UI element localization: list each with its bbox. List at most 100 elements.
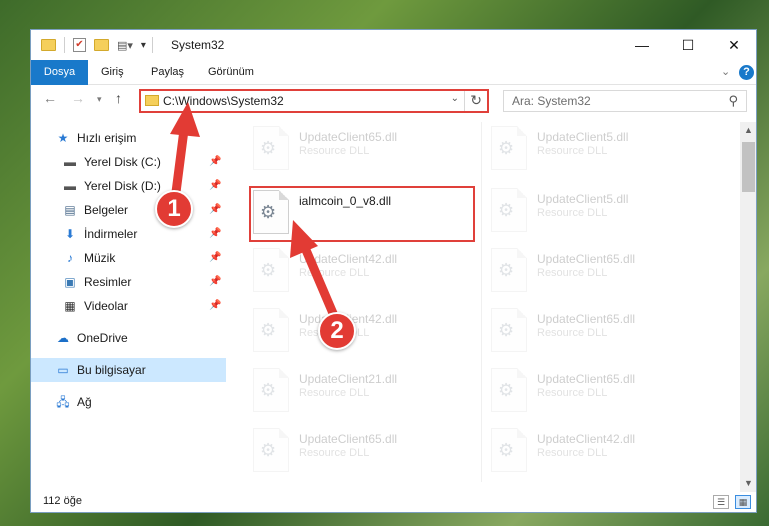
videos-icon: ▦	[64, 299, 76, 313]
pin-icon[interactable]: 📌	[209, 294, 221, 318]
back-arrow-icon[interactable]: ←	[43, 90, 57, 106]
refresh-icon[interactable]: ↻	[470, 92, 482, 109]
file-type: Resource DLL	[299, 387, 370, 399]
item-count: 112 öğe	[43, 495, 82, 507]
sidebar-item-this-pc[interactable]: ▭ Bu bilgisayar	[31, 358, 226, 382]
file-item-selected[interactable]: ⚙ ialmcoin_0_v8.dll	[249, 186, 475, 242]
tiles-view-icon[interactable]: ▦	[735, 495, 751, 509]
sidebar-item-downloads[interactable]: ⬇ İndirmeler 📌	[31, 222, 226, 246]
file-item[interactable]: ⚙ UpdateClient21.dll Resource DLL	[251, 366, 471, 416]
address-bar[interactable]: C:\Windows\System32 ⌄ ↻	[139, 89, 489, 113]
file-type: Resource DLL	[537, 447, 608, 459]
gear-icon: ⚙	[498, 260, 515, 280]
dll-file-icon: ⚙	[253, 428, 289, 472]
expand-ribbon-icon[interactable]: ⌄	[721, 65, 730, 78]
address-text[interactable]: C:\Windows\System32	[163, 94, 284, 108]
explorer-window: ✔ ▤▾ ▾ System32 — ☐ ✕ Dosya Giriş Paylaş…	[30, 29, 757, 513]
dll-file-icon: ⚙	[253, 368, 289, 412]
pin-icon[interactable]: 📌	[209, 150, 221, 174]
file-item[interactable]: ⚙ UpdateClient65.dll Resource DLL	[251, 124, 471, 174]
gear-icon: ⚙	[498, 200, 515, 220]
sidebar-item-documents[interactable]: ▤ Belgeler 📌	[31, 198, 226, 222]
dll-file-icon: ⚙	[253, 248, 289, 292]
column-divider	[481, 122, 482, 482]
dll-file-icon: ⚙	[491, 428, 527, 472]
title-bar: ✔ ▤▾ ▾ System32 — ☐ ✕	[31, 30, 756, 60]
up-arrow-icon[interactable]: ↑	[115, 90, 122, 106]
tab-share[interactable]: Paylaş	[141, 60, 194, 85]
search-placeholder: Ara: System32	[512, 94, 591, 108]
file-name: UpdateClient42.dll	[537, 432, 636, 446]
scroll-down-icon[interactable]: ▼	[740, 475, 756, 492]
details-view-icon[interactable]: ☰	[713, 495, 729, 509]
file-name: UpdateClient5.dll	[537, 192, 629, 206]
sidebar-item-quick-access[interactable]: ★ Hızlı erişim	[31, 126, 226, 150]
gear-icon: ⚙	[260, 440, 277, 460]
drive-icon: ▬	[64, 155, 76, 169]
pin-icon[interactable]: 📌	[209, 198, 221, 222]
pin-icon[interactable]: 📌	[209, 270, 221, 294]
chevron-down-icon[interactable]: ▾	[141, 40, 146, 51]
file-item[interactable]: ⚙ UpdateClient42.dll Resource DLL	[251, 306, 471, 356]
chevron-down-icon[interactable]: ⌄	[451, 93, 459, 104]
tab-file[interactable]: Dosya	[31, 60, 88, 85]
forward-arrow-icon[interactable]: →	[71, 90, 85, 106]
dll-file-icon: ⚙	[253, 308, 289, 352]
scrollbar-thumb[interactable]	[742, 142, 755, 192]
search-icon[interactable]: ⚲	[728, 93, 738, 109]
maximize-button[interactable]: ☐	[665, 30, 711, 60]
vertical-scrollbar[interactable]: ▲ ▼	[740, 122, 756, 492]
file-item[interactable]: ⚙ UpdateClient42.dll Resource DLL	[489, 426, 709, 476]
file-item[interactable]: ⚙ UpdateClient65.dll Resource DLL	[489, 306, 709, 356]
sidebar-item-label: Resimler	[84, 275, 132, 289]
customize-icon[interactable]: ▤▾	[117, 39, 133, 52]
sidebar-item-label: OneDrive	[77, 331, 128, 345]
dll-file-icon: ⚙	[491, 248, 527, 292]
search-input[interactable]: Ara: System32 ⚲	[503, 90, 747, 112]
sidebar-item-label: Müzik	[84, 251, 116, 265]
file-name: UpdateClient5.dll	[537, 130, 629, 144]
minimize-button[interactable]: —	[619, 30, 665, 60]
new-folder-icon[interactable]	[94, 39, 109, 51]
file-name: UpdateClient65.dll	[537, 312, 636, 326]
file-item[interactable]: ⚙ UpdateClient65.dll Resource DLL	[251, 426, 471, 476]
file-type: Resource DLL	[299, 145, 370, 157]
sidebar-item-label: Bu bilgisayar	[77, 363, 146, 377]
dll-file-icon: ⚙	[491, 188, 527, 232]
close-button[interactable]: ✕	[711, 30, 756, 60]
file-item[interactable]: ⚙ UpdateClient65.dll Resource DLL	[489, 366, 709, 416]
sidebar-item-videos[interactable]: ▦ Videolar 📌	[31, 294, 226, 318]
gear-icon: ⚙	[260, 260, 277, 280]
pin-icon[interactable]: 📌	[209, 174, 221, 198]
scroll-up-icon[interactable]: ▲	[740, 122, 756, 139]
status-bar: 112 öğe ☰ ▦	[31, 492, 756, 512]
gear-icon: ⚙	[498, 440, 515, 460]
folder-icon	[145, 95, 159, 106]
cloud-icon: ☁	[57, 331, 69, 345]
file-name: UpdateClient42.dll	[299, 252, 398, 266]
pin-icon[interactable]: 📌	[209, 246, 221, 270]
sidebar-item-drive-c[interactable]: ▬ Yerel Disk (C:) 📌	[31, 150, 226, 174]
recent-locations-icon[interactable]: ▾	[97, 94, 102, 105]
file-item[interactable]: ⚙ UpdateClient42.dll Resource DLL	[251, 246, 471, 296]
step-1-badge: 1	[155, 190, 193, 228]
file-item[interactable]: ⚙ UpdateClient5.dll Resource DLL	[489, 124, 709, 174]
sidebar-item-music[interactable]: ♪ Müzik 📌	[31, 246, 226, 270]
step-2-badge: 2	[318, 312, 356, 350]
sidebar-item-onedrive[interactable]: ☁ OneDrive	[31, 326, 226, 350]
dll-file-icon: ⚙	[491, 308, 527, 352]
tab-home[interactable]: Giriş	[91, 60, 134, 85]
sidebar-item-network[interactable]: 🖧 Ağ	[31, 390, 226, 414]
file-item[interactable]: ⚙ UpdateClient65.dll Resource DLL	[489, 246, 709, 296]
sidebar-item-pictures[interactable]: ▣ Resimler 📌	[31, 270, 226, 294]
pictures-icon: ▣	[64, 275, 76, 289]
folder-icon[interactable]	[41, 39, 56, 51]
sidebar-item-label: İndirmeler	[84, 227, 138, 241]
sidebar-item-drive-d[interactable]: ▬ Yerel Disk (D:) 📌	[31, 174, 226, 198]
help-icon[interactable]: ?	[739, 65, 754, 80]
file-item[interactable]: ⚙ UpdateClient5.dll Resource DLL	[489, 186, 709, 236]
divider	[464, 91, 465, 111]
properties-icon[interactable]: ✔	[73, 38, 86, 52]
tab-view[interactable]: Görünüm	[198, 60, 264, 85]
pin-icon[interactable]: 📌	[209, 222, 221, 246]
